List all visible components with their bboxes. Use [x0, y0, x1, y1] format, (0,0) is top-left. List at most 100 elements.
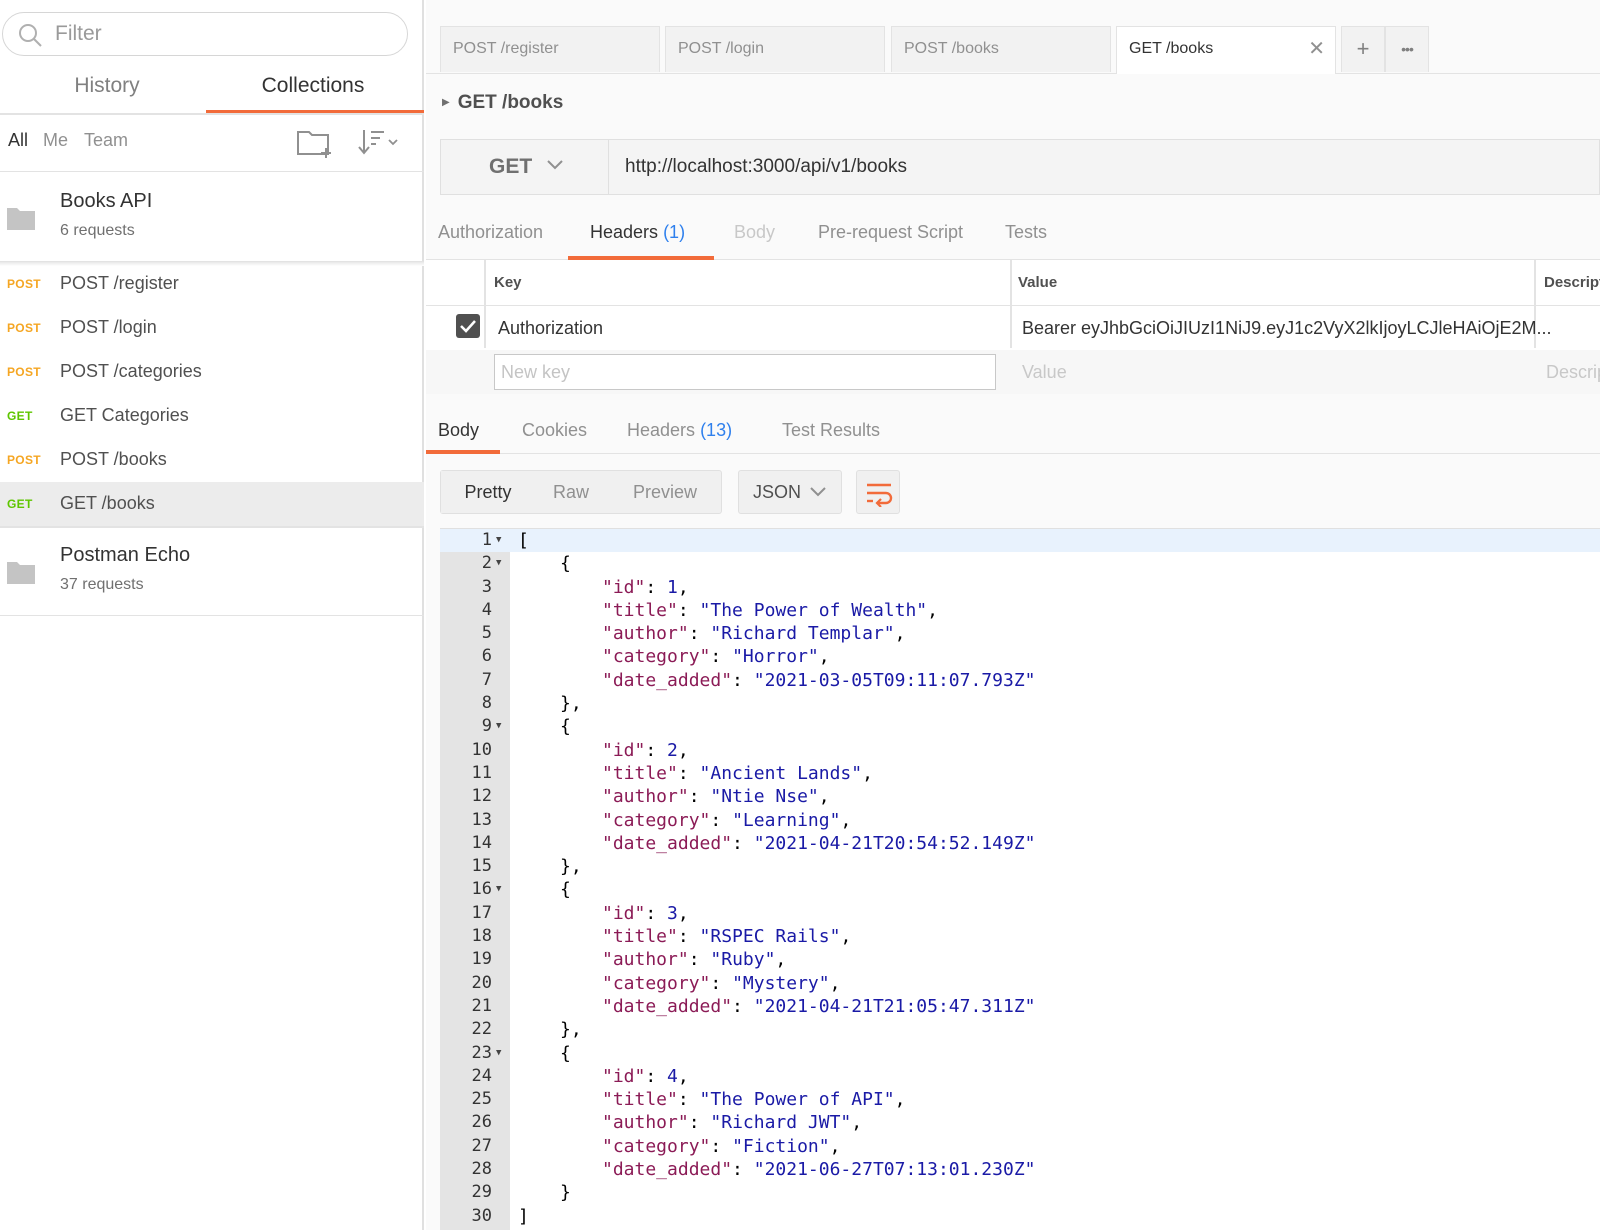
tab-collections[interactable]: Collections: [206, 66, 424, 114]
method-badge: GET: [7, 409, 33, 423]
new-description-input[interactable]: Descrip: [1546, 362, 1600, 383]
line-number: 18: [471, 926, 492, 947]
header-value[interactable]: Bearer eyJhbGciOiJIUzI1NiJ9.eyJ1c2VyX2lk…: [1022, 318, 1552, 339]
line-number: 2: [481, 553, 492, 574]
code-line: 3 "id": 1,: [440, 576, 1600, 599]
new-collection-icon[interactable]: [296, 126, 336, 158]
code-line: 5 "author": "Richard Templar",: [440, 622, 1600, 645]
code-text: "date_added": "2021-03-05T09:11:07.793Z": [602, 669, 1036, 691]
new-key-input[interactable]: [494, 354, 996, 390]
tab-response-body[interactable]: Body: [438, 420, 479, 441]
fold-arrow-icon[interactable]: ▼: [496, 878, 506, 901]
response-body-editor[interactable]: 1 ▼[2 ▼{3 "id": 1, 4 "title": "The Power of W…: [440, 528, 1600, 1230]
url-bar: GET: [440, 139, 1600, 195]
code-text: ]: [518, 1205, 529, 1227]
line-number: 16: [471, 879, 492, 900]
method-badge: POST: [7, 321, 41, 335]
tab-test-results[interactable]: Test Results: [782, 420, 880, 441]
wrap-lines-button[interactable]: [856, 470, 900, 514]
header-enabled-checkbox[interactable]: [456, 314, 480, 338]
owner-all[interactable]: All: [8, 130, 28, 151]
tab-cookies[interactable]: Cookies: [522, 420, 587, 441]
line-number: 4: [481, 599, 492, 620]
format-select[interactable]: JSON: [738, 470, 842, 514]
request-item-get-categories[interactable]: GET GET Categories: [0, 394, 424, 438]
sidebar-tabs: History Collections: [0, 66, 424, 114]
tab-tests[interactable]: Tests: [1005, 222, 1047, 243]
code-line: 22},: [440, 1018, 1600, 1041]
line-number: 28: [471, 1159, 492, 1180]
method-select[interactable]: GET: [441, 140, 609, 194]
request-item-post-login[interactable]: POST POST /login: [0, 306, 424, 350]
request-title[interactable]: ▶ GET /books: [442, 92, 563, 114]
tab-response-headers[interactable]: Headers (13): [627, 420, 732, 441]
tab-response-headers-label: Headers: [627, 420, 696, 440]
line-number: 7: [481, 669, 492, 690]
response-tabs: Body Cookies Headers (13) Test Results: [426, 404, 1600, 454]
line-number: 21: [471, 995, 492, 1016]
tab-post-register[interactable]: POST /register: [440, 26, 660, 72]
collection-books-api[interactable]: Books API 6 requests: [0, 174, 424, 262]
fold-arrow-icon[interactable]: ▼: [496, 715, 506, 738]
code-line: 10 "id": 2,: [440, 739, 1600, 762]
code-text: "title": "RSPEC Rails",: [602, 926, 852, 948]
view-raw[interactable]: Raw: [535, 471, 607, 513]
table-row: Authorization Bearer eyJhbGciOiJIUzI1NiJ…: [426, 306, 1600, 350]
headers-table-header: Key Value Descript: [426, 260, 1600, 306]
owner-team[interactable]: Team: [84, 130, 128, 151]
tab-get-books[interactable]: GET /books ✕: [1116, 26, 1336, 74]
code-text: "author": "Ruby",: [602, 949, 787, 971]
folder-icon: [7, 208, 35, 230]
fold-arrow-icon[interactable]: ▼: [496, 552, 506, 575]
line-number: 1: [481, 530, 492, 550]
caret-right-icon[interactable]: ▶: [442, 97, 450, 108]
view-pretty[interactable]: Pretty: [441, 471, 535, 513]
tab-post-books[interactable]: POST /books: [891, 26, 1111, 72]
filter-box[interactable]: [2, 12, 408, 56]
main-panel: POST /register POST /login POST /books G…: [426, 0, 1600, 1230]
method-value: GET: [489, 155, 533, 178]
collection-postman-echo[interactable]: Postman Echo 37 requests: [0, 528, 424, 616]
chevron-down-icon: [547, 160, 563, 170]
sort-icon[interactable]: [356, 126, 402, 158]
request-name: POST /categories: [60, 361, 202, 381]
tab-post-login[interactable]: POST /login: [665, 26, 885, 72]
code-text: },: [560, 693, 582, 715]
code-text: {: [560, 879, 571, 901]
header-key[interactable]: Authorization: [498, 318, 603, 339]
code-line: 27 "category": "Fiction",: [440, 1135, 1600, 1158]
response-headers-count: (13): [700, 420, 733, 440]
request-item-post-categories[interactable]: POST POST /categories: [0, 350, 424, 394]
filter-input[interactable]: [55, 19, 385, 49]
code-text: [: [518, 530, 529, 551]
method-badge: POST: [7, 453, 41, 467]
line-number: 5: [481, 623, 492, 644]
view-preview[interactable]: Preview: [607, 471, 723, 513]
code-line: 25 "title": "The Power of API",: [440, 1088, 1600, 1111]
tab-history[interactable]: History: [0, 66, 214, 114]
owner-me[interactable]: Me: [43, 130, 68, 151]
fold-arrow-icon[interactable]: ▼: [496, 1042, 506, 1065]
new-value-input[interactable]: Value: [1022, 362, 1067, 383]
request-item-post-register[interactable]: POST POST /register: [0, 262, 424, 306]
line-number: 22: [471, 1019, 492, 1040]
more-tabs-button[interactable]: •••: [1385, 26, 1429, 72]
code-line: 16 ▼ {: [440, 878, 1600, 901]
tab-headers[interactable]: Headers (1): [590, 222, 685, 243]
code-line: 17 "id": 3,: [440, 902, 1600, 925]
url-input[interactable]: [609, 140, 1599, 194]
code-line: 13 "category": "Learning",: [440, 809, 1600, 832]
active-tab-indicator: [426, 450, 500, 454]
line-number: 29: [471, 1182, 492, 1203]
wrap-lines-icon: [867, 483, 893, 507]
request-title-text: GET /books: [457, 92, 564, 113]
request-item-post-books[interactable]: POST POST /books: [0, 438, 424, 482]
close-icon[interactable]: ✕: [1308, 27, 1325, 71]
code-line: 20 "category": "Mystery",: [440, 972, 1600, 995]
request-item-get-books[interactable]: GET GET /books: [0, 482, 424, 526]
code-text: "title": "The Power of Wealth",: [602, 599, 938, 621]
fold-arrow-icon[interactable]: ▼: [496, 529, 506, 552]
tab-prerequest-script[interactable]: Pre-request Script: [818, 222, 963, 243]
tab-authorization[interactable]: Authorization: [438, 222, 543, 243]
new-tab-button[interactable]: +: [1341, 26, 1385, 72]
